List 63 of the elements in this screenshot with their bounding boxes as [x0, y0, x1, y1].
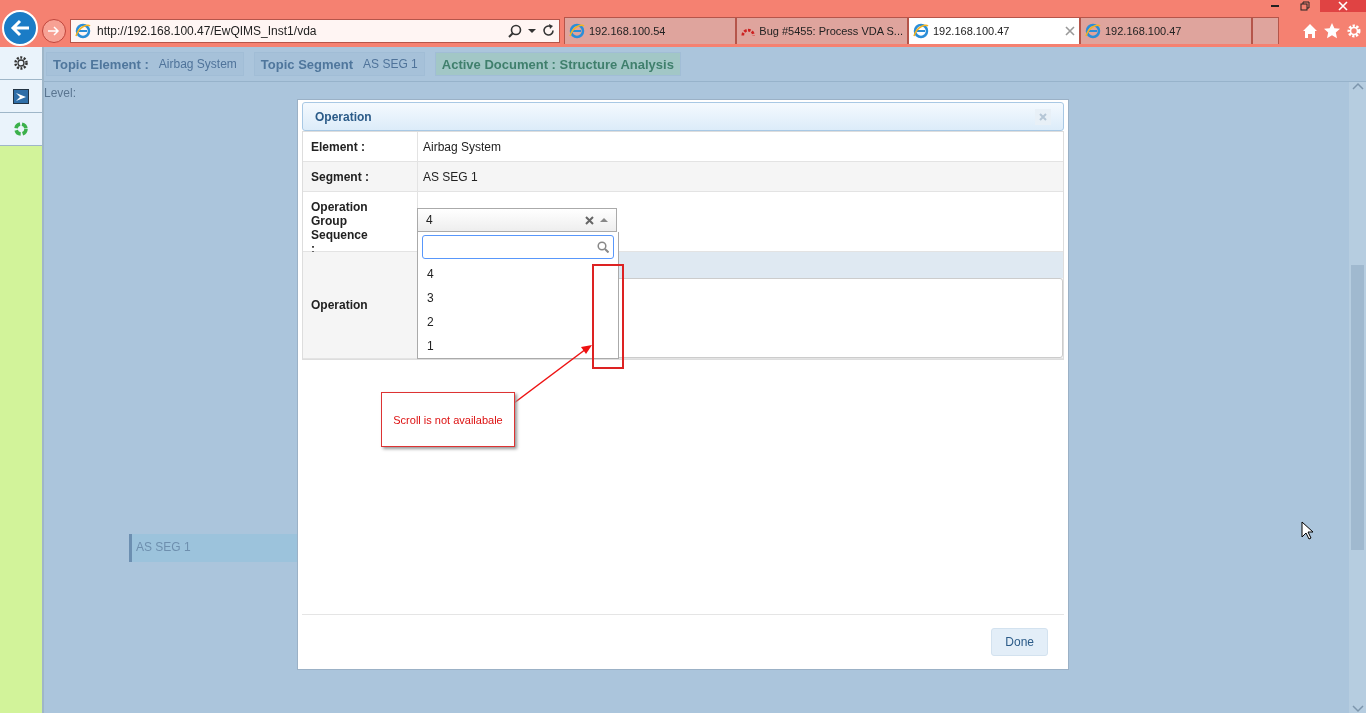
close-icon	[1338, 1, 1348, 11]
star-icon[interactable]	[1324, 22, 1340, 39]
browser-logo-icon	[913, 23, 929, 39]
back-button[interactable]	[2, 9, 38, 46]
field-label: Segment :	[303, 162, 418, 191]
done-button[interactable]: Done	[991, 628, 1048, 656]
field-value: AS SEG 1	[422, 168, 479, 186]
presentation-button[interactable]	[0, 80, 42, 113]
close-button[interactable]	[1320, 0, 1366, 12]
mouse-pointer-icon	[1301, 521, 1313, 540]
sequence-dropdown[interactable]: 4	[417, 208, 617, 232]
browser-tab[interactable]: 192.168.100.47	[908, 17, 1080, 44]
address-text: http://192.168.100.47/EwQIMS_Inst1/vda	[97, 23, 318, 38]
forward-button[interactable]	[42, 18, 66, 43]
tab-title: 192.168.100.54	[589, 25, 667, 37]
tab-title: 192.168.100.47	[1105, 25, 1183, 37]
recycle-icon	[14, 122, 28, 136]
chip-label: Topic Segment	[260, 56, 354, 72]
annotation-note: Scroll is not availabale	[381, 392, 515, 447]
close-icon[interactable]	[1065, 26, 1075, 36]
down-caret-icon	[1351, 705, 1364, 713]
home-icon[interactable]	[1302, 22, 1318, 39]
left-arrow-icon	[10, 18, 30, 37]
level-label: Level:	[44, 85, 77, 100]
settings-button[interactable]	[0, 47, 42, 80]
browser-logo-icon	[1085, 23, 1101, 39]
up-caret-icon[interactable]	[600, 217, 608, 223]
chip-value: Airbag System	[158, 57, 237, 71]
chip-value: AS SEG 1	[363, 57, 418, 71]
browser-logo-icon	[569, 23, 585, 39]
close-icon	[1039, 112, 1047, 121]
refresh-icon[interactable]	[542, 24, 555, 37]
restore-icon	[1300, 1, 1310, 11]
dialog-title: Operation	[315, 109, 372, 124]
settings-icon[interactable]	[1346, 22, 1362, 39]
dropdown-option[interactable]: 1	[418, 334, 618, 358]
chip-label: Active Document : Structure Analysis	[441, 56, 674, 72]
field-label: Element :	[303, 132, 418, 161]
tab-title: Bug #5455: Process VDA S...	[759, 25, 903, 37]
new-tab-button[interactable]	[1252, 17, 1279, 44]
search-icon	[597, 241, 609, 253]
clear-icon[interactable]	[585, 215, 594, 225]
search-icon[interactable]	[508, 23, 522, 38]
chip-label: Topic Element :	[53, 56, 149, 72]
up-caret-icon	[1351, 82, 1364, 90]
presentation-icon	[13, 88, 29, 104]
browser-logo-icon	[75, 22, 91, 39]
right-arrow-icon	[48, 25, 60, 36]
browser-tab[interactable]: 192.168.100.54	[564, 17, 736, 44]
dropdown-option[interactable]: 4	[418, 262, 618, 286]
scrollbar[interactable]	[1349, 82, 1366, 713]
dropdown-value: 4	[426, 213, 434, 227]
tab-title: 192.168.100.47	[933, 25, 1011, 37]
caret-icon[interactable]	[528, 27, 536, 34]
address-bar[interactable]: http://192.168.100.47/EwQIMS_Inst1/vda	[70, 18, 560, 43]
settings-icon	[13, 55, 29, 71]
minimize-icon	[1270, 5, 1280, 7]
browser-tab[interactable]: 192.168.100.47	[1080, 17, 1252, 44]
browser-tab[interactable]: Bug #5455: Process VDA S...	[736, 17, 908, 44]
search-field[interactable]	[422, 235, 614, 259]
dropdown-option[interactable]: 2	[418, 310, 618, 334]
field-value: Airbag System	[422, 138, 503, 156]
dropdown-option[interactable]: 3	[418, 286, 618, 310]
